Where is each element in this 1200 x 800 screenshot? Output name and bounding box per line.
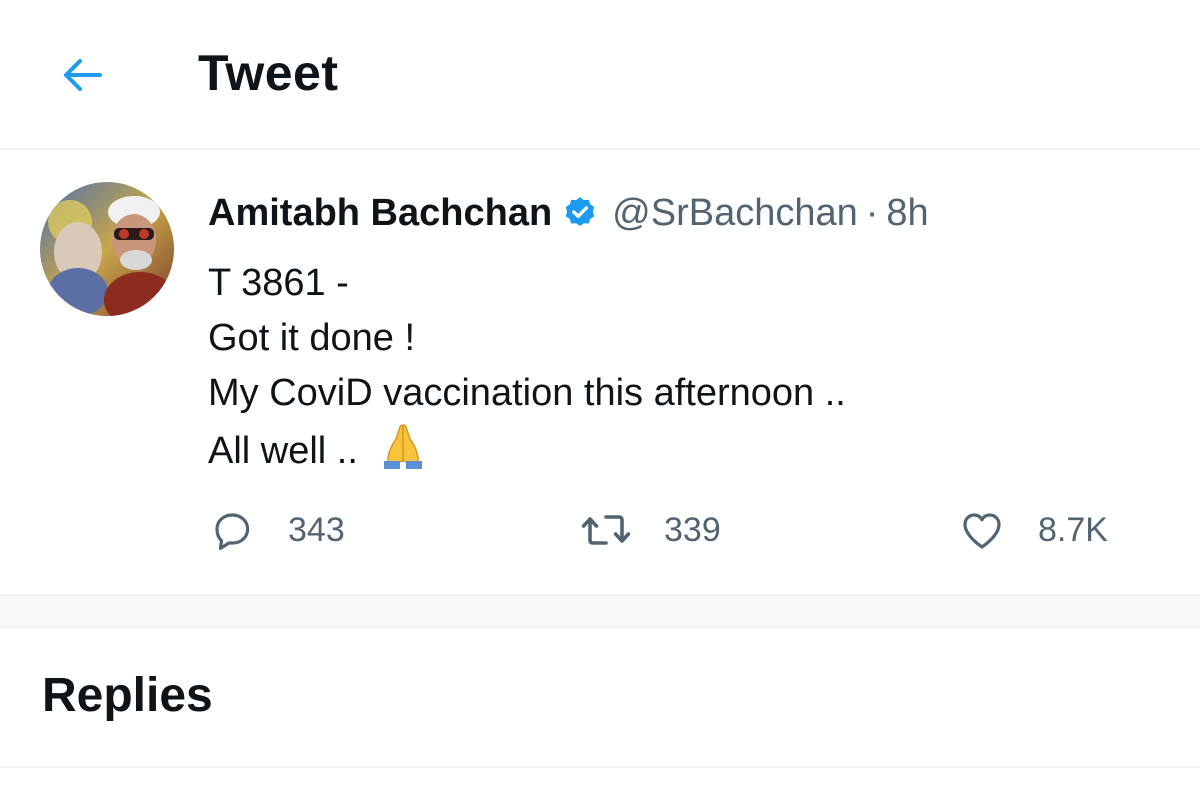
retweet-count: 339 — [664, 510, 721, 549]
reply-button[interactable]: 343 — [208, 500, 345, 560]
section-divider — [0, 594, 1200, 628]
author-row: Amitabh Bachchan @SrBachchan · 8h — [208, 188, 929, 238]
author-handle[interactable]: @SrBachchan — [612, 192, 858, 235]
like-count: 8.7K — [1038, 510, 1108, 549]
tweet-line: All well .. — [208, 430, 358, 472]
avatar-photo — [40, 182, 174, 316]
tweet-line: T 3861 - — [208, 262, 349, 304]
tweet-text: T 3861 - Got it done ! My CoviD vaccinat… — [208, 256, 846, 485]
arrow-left-icon — [64, 59, 102, 91]
page-title: Tweet — [198, 45, 339, 101]
verified-badge-icon — [562, 195, 598, 231]
tweet-actions: 343 339 8.7K — [208, 500, 1128, 560]
author-name[interactable]: Amitabh Bachchan — [208, 192, 552, 235]
tweet-card: Amitabh Bachchan @SrBachchan · 8h T 3861… — [0, 150, 1200, 594]
folded-hands-icon — [376, 421, 430, 485]
tweet-line-with-emoji: All well .. — [208, 421, 846, 485]
reply-count: 343 — [288, 510, 345, 549]
tweet-line: My CoviD vaccination this afternoon .. — [208, 372, 846, 414]
back-button[interactable] — [52, 50, 112, 100]
heart-icon — [963, 513, 1001, 549]
replies-heading: Replies — [42, 669, 213, 722]
like-button[interactable]: 8.7K — [958, 500, 1108, 560]
retweet-icon — [581, 515, 631, 545]
tweet-time[interactable]: 8h — [886, 192, 928, 235]
divider-line — [0, 766, 1200, 768]
tweet-line: Got it done ! — [208, 317, 416, 359]
retweet-button[interactable]: 339 — [580, 500, 721, 560]
top-header: Tweet — [0, 0, 1200, 150]
meta-separator: · — [865, 191, 879, 234]
reply-icon — [215, 513, 250, 550]
avatar[interactable] — [40, 182, 174, 316]
